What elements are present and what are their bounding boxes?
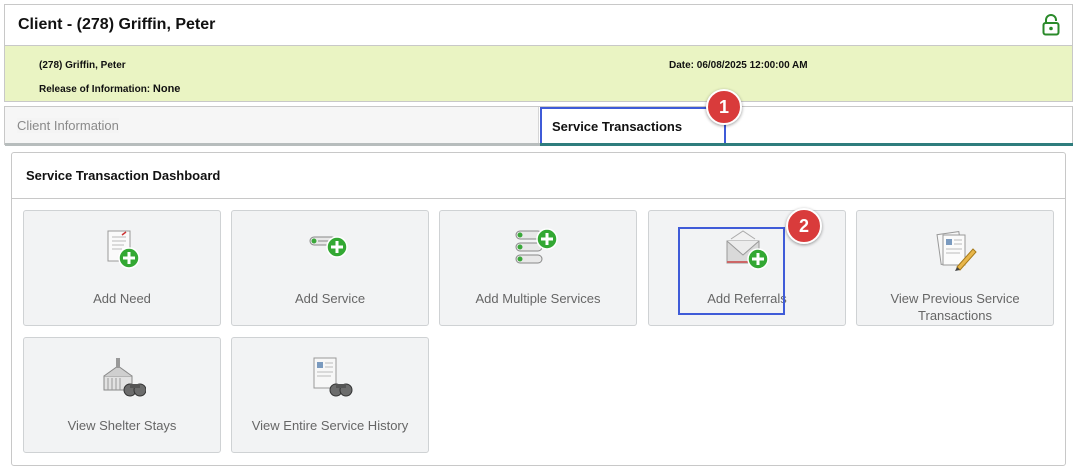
document-pencil-icon (936, 231, 977, 271)
client-name: (278) Griffin, Peter (39, 60, 126, 71)
view-shelter-stays-button[interactable]: View Shelter Stays (23, 337, 221, 453)
client-info-band: (278) Griffin, Peter Release of Informat… (5, 46, 1072, 101)
client-date: Date: 06/08/2025 12:00:00 AM (669, 60, 808, 71)
client-header: Client - (278) Griffin, Peter (278) Grif… (4, 4, 1073, 102)
client-title-bar: Client - (278) Griffin, Peter (5, 5, 1072, 46)
envelope-add-icon (726, 230, 769, 270)
shelter-binoculars-icon (103, 358, 146, 397)
tag-add-icon (309, 236, 348, 258)
document-add-icon (107, 230, 140, 269)
add-referrals-label: Add Referrals (707, 291, 787, 306)
annotation-badge-1: 1 (706, 89, 742, 125)
tab-bar: Client Information Service Transactions (4, 106, 1073, 146)
dashboard-title-bar: Service Transaction Dashboard (12, 153, 1065, 199)
add-need-label: Add Need (93, 291, 151, 306)
view-entire-service-history-button[interactable]: View Entire Service History (231, 337, 429, 453)
tab-client-information[interactable]: Client Information (5, 107, 539, 145)
lock-icon[interactable] (1042, 14, 1060, 36)
tab-client-information-label[interactable]: Client Information (17, 118, 119, 133)
add-need-button[interactable]: Add Need (23, 210, 221, 326)
view-shelter-stays-label: View Shelter Stays (67, 418, 177, 433)
annotation-badge-2: 2 (786, 208, 822, 244)
add-multiple-services-button[interactable]: Add Multiple Services (439, 210, 637, 326)
view-previous-service-transactions-label: View Previous Service Transactions (890, 291, 1020, 323)
view-previous-service-transactions-button[interactable]: View Previous Service Transactions (856, 210, 1054, 326)
dashboard-title: Service Transaction Dashboard (26, 168, 221, 183)
tags-add-icon (515, 228, 558, 264)
document-binoculars-icon (313, 357, 353, 397)
tab-active-indicator (540, 143, 1073, 146)
service-transaction-dashboard: Service Transaction Dashboard Add Need A… (11, 152, 1066, 466)
release-label: Release of Information: (39, 84, 151, 95)
add-service-label: Add Service (294, 291, 366, 306)
release-of-information: Release of Information: None (39, 83, 180, 95)
add-service-button[interactable]: Add Service (231, 210, 429, 326)
page-title: Client - (278) Griffin, Peter (18, 16, 216, 33)
add-multiple-services-label: Add Multiple Services (475, 291, 601, 306)
view-entire-service-history-label: View Entire Service History (251, 418, 409, 433)
tab-service-transactions[interactable]: Service Transactions (540, 107, 726, 145)
release-value: None (152, 83, 181, 95)
